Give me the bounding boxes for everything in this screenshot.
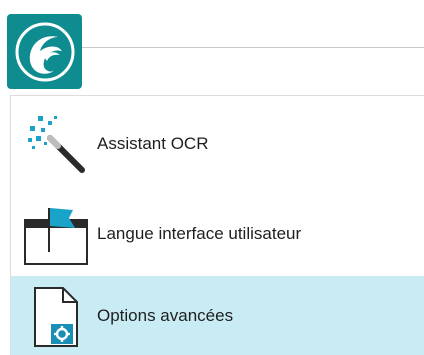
magic-wand-icon <box>21 109 91 179</box>
app-logo-icon[interactable] <box>7 14 82 89</box>
menu-item-langue-interface[interactable]: Langue interface utilisateur <box>11 190 424 278</box>
menu-item-assistant-ocr[interactable]: Assistant OCR <box>11 100 424 188</box>
app-header <box>0 0 424 95</box>
gear-document-icon <box>21 281 91 351</box>
menu-item-label: Langue interface utilisateur <box>97 224 302 243</box>
menu-item-label: Assistant OCR <box>97 134 209 153</box>
app-window: Assistant OCR Langue interface utilisate… <box>0 0 424 355</box>
menu-item-label: Options avancées <box>97 305 234 325</box>
header-divider <box>82 47 424 48</box>
flag-window-icon <box>21 199 91 269</box>
menu-item-options-avancees[interactable]: Options avancées <box>11 276 424 355</box>
